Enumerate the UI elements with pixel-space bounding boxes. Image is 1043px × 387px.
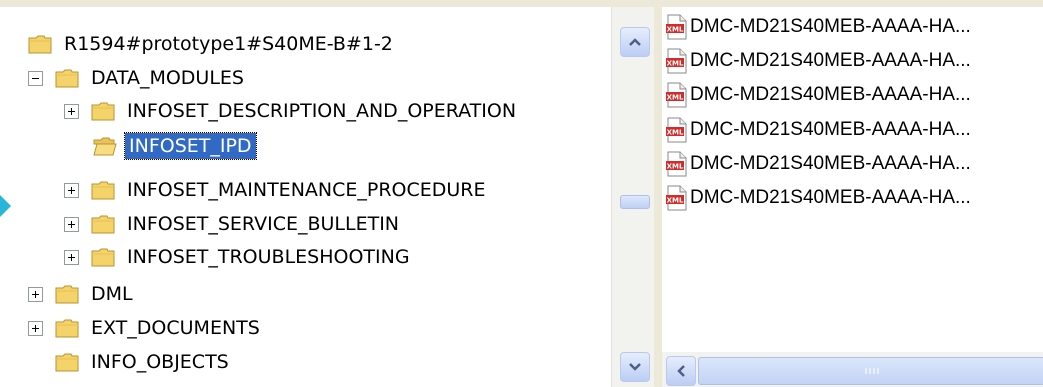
tree-item-label: INFOSET_MAINTENANCE_PROCEDURE bbox=[127, 179, 486, 201]
tree-item-ext-documents[interactable]: EXT_DOCUMENTS bbox=[28, 311, 264, 345]
folder-icon bbox=[55, 68, 79, 88]
svg-text:XML: XML bbox=[667, 129, 684, 137]
expand-icon[interactable] bbox=[64, 182, 79, 198]
file-name: DMC-MD21S40MEB-AAAA-HA... bbox=[690, 50, 971, 71]
folder-tree[interactable]: R1594#prototype1#S40ME-B#1-2 DATA_MODULE… bbox=[0, 7, 610, 387]
tree-item-label: INFO_OBJECTS bbox=[91, 351, 229, 373]
folder-icon bbox=[55, 352, 79, 372]
tree-item-infoset-ipd[interactable]: INFOSET_IPD bbox=[93, 129, 257, 163]
scroll-up-button[interactable] bbox=[620, 27, 650, 57]
file-name: DMC-MD21S40MEB-AAAA-HA... bbox=[690, 187, 971, 208]
folder-icon bbox=[55, 284, 79, 304]
tree-item-infoset-service-bulletin[interactable]: INFOSET_SERVICE_BULLETIN bbox=[64, 207, 403, 241]
tree-item-label: INFOSET_DESCRIPTION_AND_OPERATION bbox=[127, 100, 517, 122]
horizontal-scroll-thumb[interactable] bbox=[698, 357, 1043, 385]
tree-vertical-scrollbar[interactable] bbox=[611, 7, 654, 387]
xml-file-icon: XML bbox=[666, 185, 688, 211]
folder-icon bbox=[91, 180, 115, 200]
window-top-edge bbox=[0, 0, 1043, 7]
expand-icon[interactable] bbox=[64, 216, 79, 232]
collapse-icon[interactable] bbox=[28, 70, 43, 86]
tree-item-infoset-troubleshooting[interactable]: INFOSET_TROUBLESHOOTING bbox=[64, 240, 414, 274]
chevron-down-icon bbox=[629, 363, 641, 371]
scroll-thumb[interactable] bbox=[620, 195, 650, 209]
file-name: DMC-MD21S40MEB-AAAA-HA... bbox=[690, 16, 971, 37]
grip-icon bbox=[865, 368, 878, 374]
pointer-arrow-icon bbox=[0, 195, 11, 217]
tree-item-info-objects[interactable]: INFO_OBJECTS bbox=[55, 345, 233, 379]
xml-file-icon: XML bbox=[666, 82, 688, 108]
file-list[interactable]: XML DMC-MD21S40MEB-AAAA-HA... XML DMC-MD… bbox=[662, 7, 1043, 352]
svg-text:XML: XML bbox=[667, 94, 684, 102]
file-item[interactable]: XML DMC-MD21S40MEB-AAAA-HA... bbox=[666, 44, 971, 78]
folder-icon bbox=[91, 214, 115, 234]
tree-item-data-modules[interactable]: DATA_MODULES bbox=[28, 61, 248, 95]
tree-item-label: INFOSET_TROUBLESHOOTING bbox=[127, 246, 410, 268]
expand-icon[interactable] bbox=[28, 286, 43, 302]
file-item[interactable]: XML DMC-MD21S40MEB-AAAA-HA... bbox=[666, 10, 971, 44]
tree-item-label-selected: INFOSET_IPD bbox=[124, 132, 257, 160]
xml-file-icon: XML bbox=[666, 117, 688, 143]
svg-text:XML: XML bbox=[667, 60, 684, 68]
tree-item-infoset-description-and-operation[interactable]: INFOSET_DESCRIPTION_AND_OPERATION bbox=[64, 94, 520, 128]
tree-root[interactable]: R1594#prototype1#S40ME-B#1-2 bbox=[28, 27, 397, 61]
tree-item-infoset-maintenance-procedure[interactable]: INFOSET_MAINTENANCE_PROCEDURE bbox=[64, 173, 490, 207]
scroll-down-button[interactable] bbox=[620, 352, 650, 382]
tree-item-label: DML bbox=[91, 283, 133, 305]
tree-item-dml[interactable]: DML bbox=[28, 277, 137, 311]
chevron-left-icon bbox=[677, 365, 685, 377]
tree-root-label: R1594#prototype1#S40ME-B#1-2 bbox=[64, 33, 393, 55]
file-item[interactable]: XML DMC-MD21S40MEB-AAAA-HA... bbox=[666, 147, 971, 181]
xml-file-icon: XML bbox=[666, 151, 688, 177]
folder-icon bbox=[55, 318, 79, 338]
scroll-left-button[interactable] bbox=[666, 356, 696, 386]
tree-item-label: DATA_MODULES bbox=[91, 67, 244, 89]
folder-icon bbox=[28, 34, 52, 54]
pane-splitter[interactable] bbox=[654, 0, 662, 387]
file-item[interactable]: XML DMC-MD21S40MEB-AAAA-HA... bbox=[666, 78, 971, 112]
expand-icon[interactable] bbox=[28, 320, 43, 336]
svg-text:XML: XML bbox=[667, 163, 684, 171]
expand-icon[interactable] bbox=[64, 249, 79, 265]
file-item[interactable]: XML DMC-MD21S40MEB-AAAA-HA... bbox=[666, 181, 971, 215]
file-list-horizontal-scrollbar[interactable] bbox=[662, 352, 1043, 387]
folder-icon bbox=[91, 101, 115, 121]
file-name: DMC-MD21S40MEB-AAAA-HA... bbox=[690, 153, 971, 174]
svg-text:XML: XML bbox=[667, 197, 684, 205]
file-name: DMC-MD21S40MEB-AAAA-HA... bbox=[690, 119, 971, 140]
xml-file-icon: XML bbox=[666, 14, 688, 40]
file-item[interactable]: XML DMC-MD21S40MEB-AAAA-HA... bbox=[666, 113, 971, 147]
tree-item-label: EXT_DOCUMENTS bbox=[91, 317, 260, 339]
chevron-up-icon bbox=[629, 38, 641, 46]
tree-item-label: INFOSET_SERVICE_BULLETIN bbox=[127, 213, 400, 235]
open-folder-icon bbox=[93, 136, 117, 156]
expand-icon[interactable] bbox=[64, 103, 79, 119]
file-name: DMC-MD21S40MEB-AAAA-HA... bbox=[690, 84, 971, 105]
folder-icon bbox=[91, 247, 115, 267]
svg-text:XML: XML bbox=[667, 26, 684, 34]
xml-file-icon: XML bbox=[666, 48, 688, 74]
